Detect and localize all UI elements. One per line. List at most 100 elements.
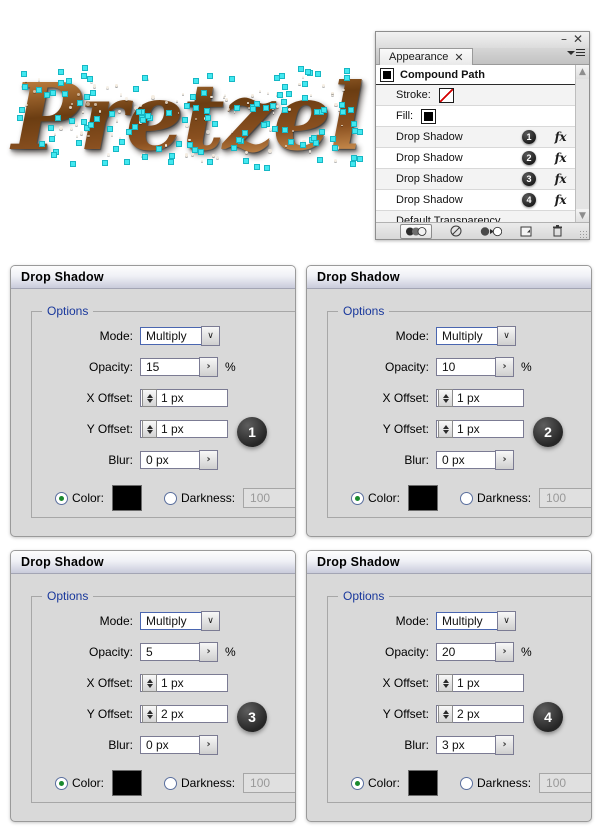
y-offset-stepper-4[interactable] [438,705,453,724]
mode-label-4: Mode: [395,614,429,629]
x-offset-input-3[interactable]: 1 px [140,674,228,693]
fx-icon[interactable]: fx [555,151,567,165]
opacity-input-2[interactable]: 10 › [436,356,514,377]
minimize-icon[interactable]: – [561,33,567,45]
panel-flyout-menu-button[interactable] [567,49,585,56]
drop-shadow-dialog-4[interactable]: Drop Shadow Options Mode: Multiply ∨ Opa… [306,550,592,822]
appearance-row-drop-shadow-2[interactable]: Drop Shadow 2 fx [376,148,576,169]
blur-slider-popup-icon[interactable]: › [199,734,218,755]
shadow-color-swatch-4[interactable] [408,770,439,797]
mode-select-2[interactable]: Multiply ∨ [436,325,516,346]
mode-select-3[interactable]: Multiply ∨ [140,610,220,631]
fx-icon[interactable]: fx [555,193,567,207]
clear-appearance-icon[interactable] [448,225,464,238]
x-offset-input-4[interactable]: 1 px [436,674,524,693]
y-offset-stepper-3[interactable] [142,705,157,724]
y-offset-input-1[interactable]: 1 px [140,420,228,439]
blur-input-3[interactable]: 0 px › [140,734,218,755]
darkness-radio-1[interactable] [164,491,178,505]
chevron-down-icon[interactable]: ∨ [201,325,220,346]
y-offset-input-2[interactable]: 1 px [436,420,524,439]
x-offset-stepper-2[interactable] [438,389,453,408]
drop-shadow-dialog-3[interactable]: Drop Shadow Options Mode: Multiply ∨ Opa… [10,550,296,822]
tab-appearance[interactable]: Appearance ✕ [379,48,473,65]
x-offset-label-4: X Offset: [382,676,429,691]
y-offset-stepper-2[interactable] [438,420,453,439]
opacity-slider-popup-icon[interactable]: › [199,641,218,662]
appearance-row-fill[interactable]: Fill: [376,106,576,127]
y-offset-input-4[interactable]: 2 px [436,705,524,724]
hamburger-icon [576,49,585,56]
blur-value-2: 0 px [442,453,465,468]
x-offset-input-1[interactable]: 1 px [140,389,228,408]
blur-slider-popup-icon[interactable]: › [495,449,514,470]
blur-slider-popup-icon[interactable]: › [199,449,218,470]
opacity-blend-toggle-icon[interactable] [399,223,432,239]
tab-close-icon[interactable]: ✕ [454,51,463,64]
duplicate-item-icon[interactable] [518,225,534,238]
panel-scrollbar[interactable]: ▲ ▼ [575,65,589,223]
opacity-slider-popup-icon[interactable]: › [495,356,514,377]
dialog-title-4: Drop Shadow [317,555,400,569]
y-offset-value-3: 2 px [161,707,184,722]
blur-slider-popup-icon[interactable]: › [495,734,514,755]
y-offset-stepper-1[interactable] [142,420,157,439]
color-radio-2[interactable] [351,491,364,505]
fill-color-swatch[interactable] [421,108,437,124]
mode-select-4[interactable]: Multiply ∨ [436,610,516,631]
blur-label-3: Blur: [108,738,133,753]
delete-item-icon[interactable] [550,225,566,238]
darkness-input-3[interactable]: 100 [243,773,295,794]
scroll-down-icon[interactable]: ▼ [576,209,589,223]
appearance-panel[interactable]: – ✕ Appearance ✕ Compound Path Stroke: Fil… [375,31,590,240]
stroke-none-swatch-icon[interactable] [438,87,454,103]
appearance-row-drop-shadow-1[interactable]: Drop Shadow 1 fx [376,127,576,148]
x-offset-stepper-3[interactable] [142,674,157,693]
chevron-down-icon[interactable]: ∨ [497,610,516,631]
x-offset-input-2[interactable]: 1 px [436,389,524,408]
y-offset-input-3[interactable]: 2 px [140,705,228,724]
opacity-label-4: Opacity: [384,645,429,660]
blur-input-4[interactable]: 3 px › [436,734,514,755]
chevron-down-icon[interactable]: ∨ [201,610,220,631]
appearance-object-row[interactable]: Compound Path [376,65,576,85]
color-radio-3[interactable] [55,776,68,790]
shadow-color-swatch-1[interactable] [112,485,143,512]
mode-select-1[interactable]: Multiply ∨ [140,325,220,346]
drop-shadow-dialog-1[interactable]: Drop Shadow Options Mode: Multiply ∨ Opa… [10,265,296,537]
opacity-input-1[interactable]: 15 › [140,356,218,377]
darkness-input-2[interactable]: 100 [539,488,591,509]
shadow-color-swatch-2[interactable] [408,485,439,512]
shadow-color-swatch-3[interactable] [112,770,143,797]
appearance-row-drop-shadow-3[interactable]: Drop Shadow 3 fx [376,169,576,190]
opacity-row-2: Opacity: 10 › % [337,356,591,378]
appearance-row-drop-shadow-4[interactable]: Drop Shadow 4 fx [376,190,576,211]
darkness-input-4[interactable]: 100 [539,773,591,794]
chevron-down-icon[interactable]: ∨ [497,325,516,346]
darkness-radio-3[interactable] [164,776,178,790]
appearance-row-stroke[interactable]: Stroke: [376,85,576,106]
opacity-slider-popup-icon[interactable]: › [495,641,514,662]
fx-icon[interactable]: fx [555,172,567,186]
resize-grip-icon[interactable] [579,230,587,238]
mode-row-2: Mode: Multiply ∨ [337,325,591,347]
blur-input-1[interactable]: 0 px › [140,449,218,470]
x-offset-stepper-1[interactable] [142,389,157,408]
scroll-up-icon[interactable]: ▲ [576,65,589,79]
opacity-input-3[interactable]: 5 › [140,641,218,662]
opacity-input-4[interactable]: 20 › [436,641,514,662]
color-radio-1[interactable] [55,491,68,505]
drop-shadow-dialog-2[interactable]: Drop Shadow Options Mode: Multiply ∨ Opa… [306,265,592,537]
opacity-value-2: 10 [442,360,456,375]
darkness-radio-4[interactable] [460,776,474,790]
appearance-object-label: Compound Path [400,68,485,81]
darkness-radio-2[interactable] [460,491,474,505]
color-radio-4[interactable] [351,776,364,790]
opacity-slider-popup-icon[interactable]: › [199,356,218,377]
darkness-input-1[interactable]: 100 [243,488,295,509]
fx-icon[interactable]: fx [555,130,567,144]
close-icon[interactable]: ✕ [573,33,583,45]
x-offset-stepper-4[interactable] [438,674,453,693]
reduce-to-basic-appearance-icon[interactable] [480,225,502,238]
blur-input-2[interactable]: 0 px › [436,449,514,470]
